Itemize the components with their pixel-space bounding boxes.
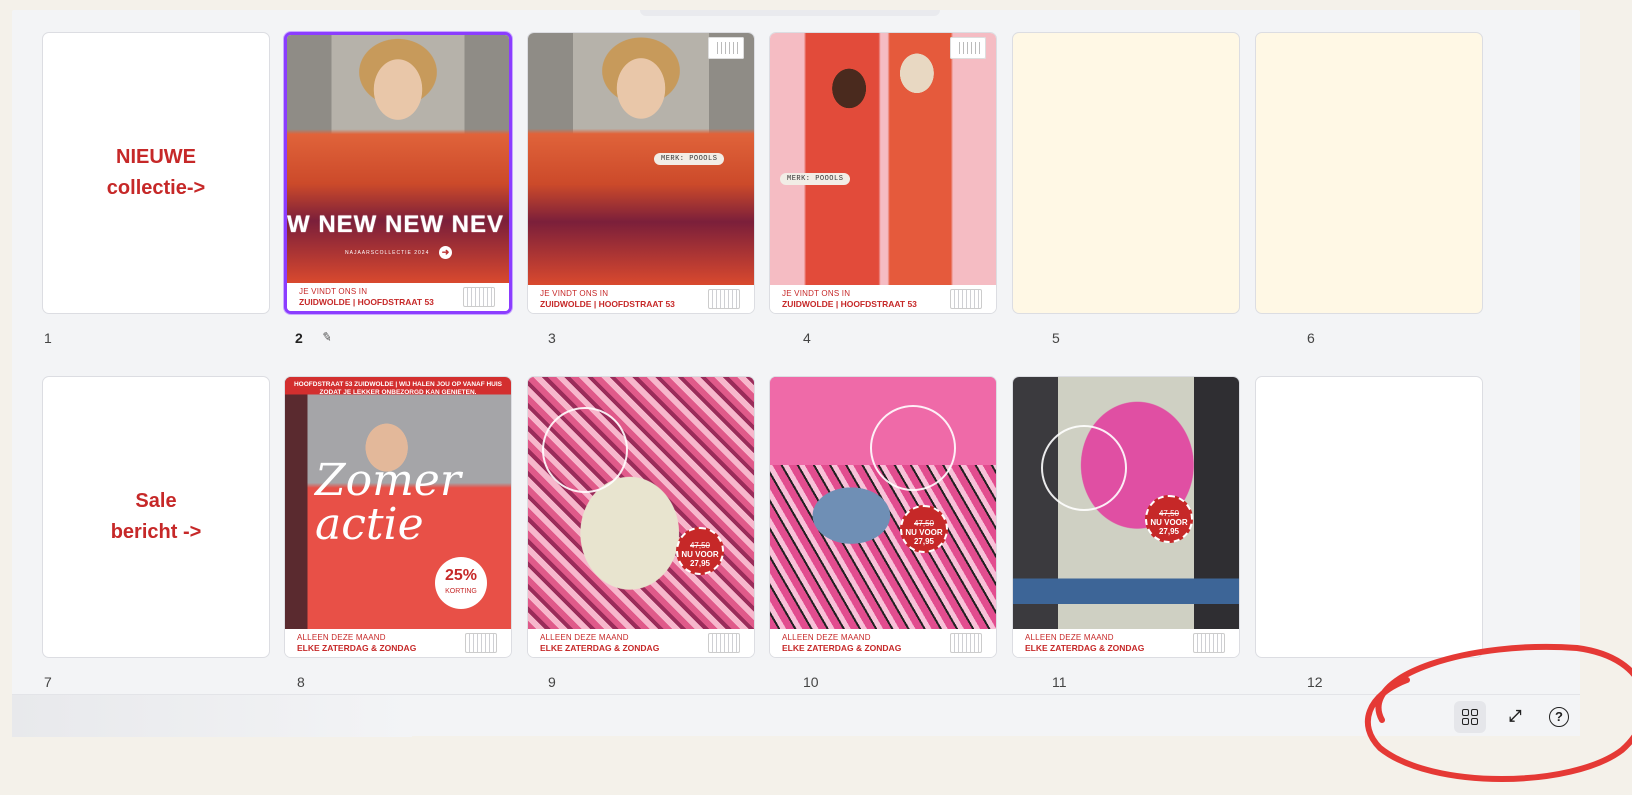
brand-tag: MERK: POOOLS xyxy=(780,173,851,185)
footer-line-2: ELKE ZATERDAG & ZONDAG xyxy=(540,643,660,653)
page-number-8: 8 xyxy=(297,674,305,690)
footer-line-2: ZUIDWOLDE | HOOFDSTRAAT 53 xyxy=(540,299,675,309)
price-sticker: 47,50 NU VOOR 27,95 xyxy=(1145,495,1193,543)
page-3-footer: JE VINDT ONS IN ZUIDWOLDE | HOOFDSTRAAT … xyxy=(528,285,754,313)
footer-line-2: ZUIDWOLDE | HOOFDSTRAAT 53 xyxy=(299,297,434,307)
page-number-9: 9 xyxy=(548,674,556,690)
footer-line-2: ELKE ZATERDAG & ZONDAG xyxy=(782,643,902,653)
headline: Zomer actie xyxy=(315,455,461,550)
page-number-11: 11 xyxy=(1052,674,1067,690)
page-number-12: 12 xyxy=(1307,674,1323,690)
store-logo-icon xyxy=(463,287,495,307)
page-number-4: 4 xyxy=(803,330,811,346)
old-price: 47,50 xyxy=(913,519,935,528)
discount-label: KORTING xyxy=(445,588,477,595)
red-annotation-ellipse xyxy=(1364,643,1632,782)
footer-line-1: ALLEEN DEZE MAAND xyxy=(782,633,871,642)
page-8-photo: HOOFDSTRAAT 53 ZUIDWOLDE | WIJ HALEN JOU… xyxy=(285,377,511,629)
footer-line-1: ALLEEN DEZE MAAND xyxy=(297,633,386,642)
old-price: 47,50 xyxy=(689,541,711,550)
page-9-footer: ALLEEN DEZE MAAND ELKE ZATERDAG & ZONDAG xyxy=(528,629,754,657)
price-sticker: 47,50 NU VOOR 27,95 xyxy=(900,505,948,553)
footer-line-1: ALLEEN DEZE MAAND xyxy=(1025,633,1114,642)
page-10-photo: 47,50 NU VOOR 27,95 xyxy=(770,377,996,629)
actie-ring xyxy=(542,407,628,493)
page-thumb-12[interactable] xyxy=(1255,376,1483,658)
page-3-photo: MERK: POOOLS xyxy=(528,33,754,285)
top-red-banner: HOOFDSTRAAT 53 ZUIDWOLDE | WIJ HALEN JOU… xyxy=(285,377,511,399)
new-price: 27,95 xyxy=(1158,527,1180,536)
price-label: NU VOOR xyxy=(1150,518,1188,527)
page-thumb-9[interactable]: 47,50 NU VOOR 27,95 ALLEEN DEZE MAAND EL… xyxy=(527,376,755,658)
actie-ring xyxy=(870,405,956,491)
page-4-photo: MERK: POOOLS xyxy=(770,33,996,285)
old-price: 47,50 xyxy=(1158,509,1180,518)
footer-line-2: ZUIDWOLDE | HOOFDSTRAAT 53 xyxy=(782,299,917,309)
panel-handle[interactable] xyxy=(640,10,940,16)
page-9-photo: 47,50 NU VOOR 27,95 xyxy=(528,377,754,629)
page-8-footer: ALLEEN DEZE MAAND ELKE ZATERDAG & ZONDAG xyxy=(285,629,511,657)
new-price: 27,95 xyxy=(913,537,935,546)
collection-subtitle: NAJAARSCOLLECTIE 2024 xyxy=(345,250,430,256)
page-1-text: NIEUWE collectie-> xyxy=(106,146,206,199)
page-number-3: 3 xyxy=(548,330,556,346)
page-thumb-3[interactable]: MERK: POOOLS JE VINDT ONS IN ZUIDWOLDE |… xyxy=(527,32,755,314)
page-10-footer: ALLEEN DEZE MAAND ELKE ZATERDAG & ZONDAG xyxy=(770,629,996,657)
page-thumb-4[interactable]: MERK: POOOLS JE VINDT ONS IN ZUIDWOLDE |… xyxy=(769,32,997,314)
store-logo-icon xyxy=(708,633,740,653)
page-thumb-2[interactable]: W NEW NEW NEV NAJAARSCOLLECTIE 2024 ➜ JE… xyxy=(284,32,512,314)
page-11-footer: ALLEEN DEZE MAAND ELKE ZATERDAG & ZONDAG xyxy=(1013,629,1239,657)
store-logo-icon xyxy=(950,289,982,309)
page-thumb-6[interactable] xyxy=(1255,32,1483,314)
page-thumb-7[interactable]: Sale bericht -> xyxy=(42,376,270,658)
price-label: NU VOOR xyxy=(681,550,719,559)
banner-line-1: HOOFDSTRAAT 53 ZUIDWOLDE | WIJ HALEN JOU… xyxy=(293,381,503,388)
page-thumb-1[interactable]: NIEUWE collectie-> xyxy=(42,32,270,314)
page-7-text: Sale bericht -> xyxy=(110,490,202,543)
page-number-6: 6 xyxy=(1307,330,1315,346)
arrow-right-icon: ➜ xyxy=(439,246,452,259)
store-logo-icon xyxy=(708,289,740,309)
page-number-7: 7 xyxy=(44,674,52,690)
page-2-footer: JE VINDT ONS IN ZUIDWOLDE | HOOFDSTRAAT … xyxy=(287,283,509,311)
footer-line-1: JE VINDT ONS IN xyxy=(782,289,851,298)
page-thumb-11[interactable]: 47,50 NU VOOR 27,95 ALLEEN DEZE MAAND EL… xyxy=(1012,376,1240,658)
actie-ring xyxy=(1041,425,1127,511)
brand-tag: MERK: POOOLS xyxy=(654,153,725,165)
footer-line-2: ELKE ZATERDAG & ZONDAG xyxy=(297,643,417,653)
new-price: 27,95 xyxy=(689,559,711,568)
page-number-1: 1 xyxy=(44,330,52,346)
footer-line-1: JE VINDT ONS IN xyxy=(540,289,609,298)
page-4-footer: JE VINDT ONS IN ZUIDWOLDE | HOOFDSTRAAT … xyxy=(770,285,996,313)
store-logo-icon xyxy=(950,37,986,59)
footer-line-1: JE VINDT ONS IN xyxy=(299,287,368,296)
discount-badge: 25% KORTING xyxy=(435,557,487,609)
page-thumb-10[interactable]: 47,50 NU VOOR 27,95 ALLEEN DEZE MAAND EL… xyxy=(769,376,997,658)
page-11-photo: 47,50 NU VOOR 27,95 xyxy=(1013,377,1239,629)
banner-line-2: ZODAT JE LEKKER ONBEZORGD KAN GENIETEN. xyxy=(319,389,477,396)
footer-line-1: ALLEEN DEZE MAAND xyxy=(540,633,629,642)
price-sticker: 47,50 NU VOOR 27,95 xyxy=(676,527,724,575)
page-number-5: 5 xyxy=(1052,330,1060,346)
new-banner: W NEW NEW NEV xyxy=(287,211,504,238)
page-thumb-5[interactable] xyxy=(1012,32,1240,314)
store-logo-icon xyxy=(1193,633,1225,653)
page-2-photo: W NEW NEW NEV NAJAARSCOLLECTIE 2024 ➜ xyxy=(287,35,509,283)
page-number-2: 2 xyxy=(295,330,303,346)
page-thumb-8[interactable]: HOOFDSTRAAT 53 ZUIDWOLDE | WIJ HALEN JOU… xyxy=(284,376,512,658)
store-logo-icon xyxy=(465,633,497,653)
footer-line-2: ELKE ZATERDAG & ZONDAG xyxy=(1025,643,1145,653)
store-logo-icon xyxy=(950,633,982,653)
store-logo-icon xyxy=(708,37,744,59)
bottom-toolbar xyxy=(12,694,1580,737)
page-number-10: 10 xyxy=(803,674,819,690)
price-label: NU VOOR xyxy=(905,528,943,537)
discount-value: 25% xyxy=(444,567,478,584)
